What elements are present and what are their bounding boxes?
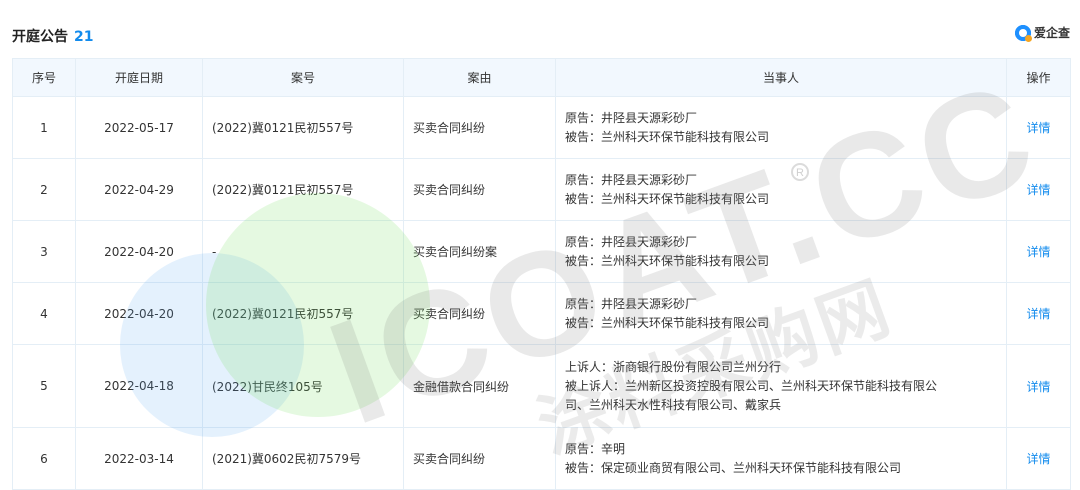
party-line: 原告：井陉县天源彩砂厂 bbox=[565, 172, 698, 187]
hearing-date: 2022-04-29 bbox=[75, 158, 203, 221]
case-cause: 买卖合同纠纷 bbox=[403, 96, 556, 159]
case-number: - bbox=[202, 220, 404, 283]
party-line: 原告：辛明 bbox=[565, 441, 626, 456]
case-cause: 买卖合同纠纷案 bbox=[403, 220, 556, 283]
detail-link[interactable]: 详情 bbox=[1026, 183, 1050, 197]
parties-cell: 原告：井陉县天源彩砂厂 被告：兰州科天环保节能科技有限公司 bbox=[555, 96, 1007, 159]
hearing-date: 2022-03-14 bbox=[75, 427, 203, 490]
parties-cell: 原告：井陉县天源彩砂厂 被告：兰州科天环保节能科技有限公司 bbox=[555, 158, 1007, 221]
detail-link[interactable]: 详情 bbox=[1026, 307, 1050, 321]
party-line: 原告：井陉县天源彩砂厂 bbox=[565, 234, 698, 249]
row-index: 5 bbox=[12, 344, 76, 428]
party-line: 被告：保定硕业商贸有限公司、兰州科天环保节能科技有限公司 bbox=[565, 460, 902, 475]
case-number: (2022)冀0121民初557号 bbox=[202, 96, 404, 159]
table-row: 6 2022-03-14 (2021)冀0602民初7579号 买卖合同纠纷 原… bbox=[12, 427, 1071, 490]
detail-link[interactable]: 详情 bbox=[1026, 380, 1050, 394]
case-cause: 买卖合同纠纷 bbox=[403, 158, 556, 221]
parties-cell: 原告：井陉县天源彩砂厂 被告：兰州科天环保节能科技有限公司 bbox=[555, 220, 1007, 283]
detail-link[interactable]: 详情 bbox=[1026, 452, 1050, 466]
case-number: (2022)冀0121民初557号 bbox=[202, 158, 404, 221]
table-row: 5 2022-04-18 (2022)甘民终105号 金融借款合同纠纷 上诉人：… bbox=[12, 344, 1071, 428]
table-row: 3 2022-04-20 - 买卖合同纠纷案 原告：井陉县天源彩砂厂 被告：兰州… bbox=[12, 220, 1071, 283]
party-line: 被上诉人：兰州新区投资控股有限公司、兰州科天环保节能科技有限公 bbox=[565, 378, 938, 393]
section-title: 开庭公告 21 bbox=[12, 26, 93, 46]
parties-cell: 原告：井陉县天源彩砂厂 被告：兰州科天环保节能科技有限公司 bbox=[555, 282, 1007, 345]
column-header-index: 序号 bbox=[12, 58, 76, 97]
hearing-date: 2022-05-17 bbox=[75, 96, 203, 159]
brand-logo[interactable]: 爱企查 bbox=[1014, 24, 1070, 42]
hearing-date: 2022-04-18 bbox=[75, 344, 203, 428]
column-header-parties: 当事人 bbox=[555, 58, 1007, 97]
case-number: (2021)冀0602民初7579号 bbox=[202, 427, 404, 490]
row-index: 4 bbox=[12, 282, 76, 345]
case-cause: 金融借款合同纠纷 bbox=[403, 344, 556, 428]
party-line: 被告：兰州科天环保节能科技有限公司 bbox=[565, 315, 770, 330]
party-line: 上诉人：浙商银行股份有限公司兰州分行 bbox=[565, 359, 782, 374]
row-index: 3 bbox=[12, 220, 76, 283]
detail-link[interactable]: 详情 bbox=[1026, 245, 1050, 259]
party-line: 司、兰州科天水性科技有限公司、戴家兵 bbox=[565, 397, 782, 412]
table-row: 4 2022-04-20 (2022)冀0121民初557号 买卖合同纠纷 原告… bbox=[12, 282, 1071, 345]
case-cause: 买卖合同纠纷 bbox=[403, 427, 556, 490]
party-line: 被告：兰州科天环保节能科技有限公司 bbox=[565, 253, 770, 268]
table-header-row: 序号 开庭日期 案号 案由 当事人 操作 bbox=[12, 58, 1071, 97]
court-hearing-table: 序号 开庭日期 案号 案由 当事人 操作 1 2022-05-17 (2022)… bbox=[12, 58, 1071, 490]
case-number: (2022)甘民终105号 bbox=[202, 344, 404, 428]
record-count: 21 bbox=[74, 29, 94, 45]
party-line: 被告：兰州科天环保节能科技有限公司 bbox=[565, 129, 770, 144]
column-header-case-no: 案号 bbox=[202, 58, 404, 97]
party-line: 原告：井陉县天源彩砂厂 bbox=[565, 296, 698, 311]
parties-cell: 原告：辛明 被告：保定硕业商贸有限公司、兰州科天环保节能科技有限公司 bbox=[555, 427, 1007, 490]
row-index: 1 bbox=[12, 96, 76, 159]
row-index: 6 bbox=[12, 427, 76, 490]
table-row: 1 2022-05-17 (2022)冀0121民初557号 买卖合同纠纷 原告… bbox=[12, 96, 1071, 159]
row-index: 2 bbox=[12, 158, 76, 221]
party-line: 原告：井陉县天源彩砂厂 bbox=[565, 110, 698, 125]
table-row: 2 2022-04-29 (2022)冀0121民初557号 买卖合同纠纷 原告… bbox=[12, 158, 1071, 221]
column-header-date: 开庭日期 bbox=[75, 58, 203, 97]
case-number: (2022)冀0121民初557号 bbox=[202, 282, 404, 345]
column-header-action: 操作 bbox=[1006, 58, 1071, 97]
aiqicha-logo-icon bbox=[1014, 24, 1032, 42]
hearing-date: 2022-04-20 bbox=[75, 220, 203, 283]
column-header-cause: 案由 bbox=[403, 58, 556, 97]
section-header: 开庭公告 21 爱企查 bbox=[12, 22, 1070, 48]
brand-name: 爱企查 bbox=[1033, 26, 1070, 40]
detail-link[interactable]: 详情 bbox=[1026, 121, 1050, 135]
party-line: 被告：兰州科天环保节能科技有限公司 bbox=[565, 191, 770, 206]
section-title-text: 开庭公告 bbox=[12, 29, 68, 45]
case-cause: 买卖合同纠纷 bbox=[403, 282, 556, 345]
parties-cell: 上诉人：浙商银行股份有限公司兰州分行 被上诉人：兰州新区投资控股有限公司、兰州科… bbox=[555, 344, 1007, 428]
hearing-date: 2022-04-20 bbox=[75, 282, 203, 345]
